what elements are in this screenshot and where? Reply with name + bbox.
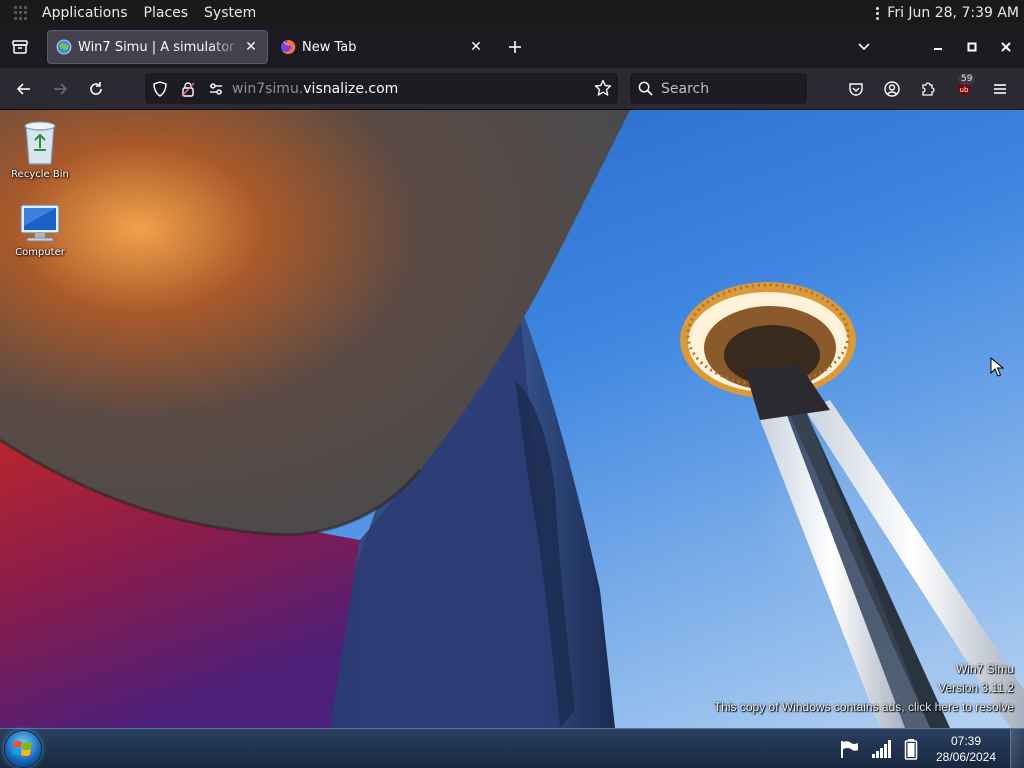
plus-icon [509,41,521,53]
browser-tab-strip: Win7 Simu | A simulator of W ✕ New Tab ✕ [0,26,1024,68]
menu-places[interactable]: Places [136,0,197,26]
desktop-wallpaper [0,110,1024,728]
firefox-favicon-icon [281,39,296,54]
close-icon [1001,42,1011,52]
firefox-view-button[interactable] [0,26,40,68]
new-tab-button[interactable] [502,34,528,60]
forward-button[interactable] [46,75,74,103]
hamburger-menu-icon [994,84,1006,94]
reload-button[interactable] [82,75,110,103]
globe-favicon-icon [56,39,72,55]
account-button[interactable] [878,75,906,103]
pocket-icon [849,83,863,96]
minimize-button[interactable] [925,34,951,60]
reload-icon [90,82,102,95]
back-button[interactable] [10,75,38,103]
arrow-left-icon [16,83,30,95]
computer-icon [20,204,60,242]
app-menu-button[interactable] [986,75,1014,103]
menu-applications[interactable]: Applications [34,0,136,26]
pocket-button[interactable] [842,75,870,103]
arrow-right-icon [54,83,68,95]
desktop-icon-computer[interactable]: Computer [5,202,75,258]
svg-text:ub: ub [960,86,969,94]
panel-status-area: Fri Jun 28, 7:39 AM [876,0,1019,26]
search-icon [638,81,653,96]
minimize-icon [934,48,942,50]
close-tab-icon[interactable]: ✕ [468,39,484,55]
apps-grid-icon [14,6,28,20]
watermark-ads-notice-link[interactable]: This copy of Windows contains ads, click… [714,700,1014,714]
win7-taskbar: 07:39 28/06/2024 [0,728,1024,768]
desktop-icon-label: Computer [15,247,65,258]
watermark-version: Version 3.11.2 [938,681,1014,695]
list-all-tabs-button[interactable] [851,34,877,60]
panel-overflow-icon[interactable] [876,6,880,20]
tab-new-tab[interactable]: New Tab ✕ [272,30,492,64]
maximize-button[interactable] [959,34,985,60]
clock-date: 28/06/2024 [935,750,997,764]
close-window-button[interactable] [993,34,1019,60]
action-center-flag-icon[interactable] [838,738,860,760]
browser-nav-bar: win7simu.visnalize.com Search ub 59 [0,68,1024,110]
panel-clock[interactable]: Fri Jun 28, 7:39 AM [887,5,1019,21]
chevron-down-icon [858,43,870,51]
insecure-lock-icon[interactable] [180,81,196,97]
search-placeholder: Search [661,80,710,97]
clock-time: 07:39 [950,734,982,748]
site-permissions-icon[interactable] [208,81,224,97]
win7-desktop[interactable]: Recycle Bin Computer Win7 Simu Version 3… [0,110,1024,728]
maximize-icon [967,42,977,52]
taskbar-clock[interactable]: 07:39 28/06/2024 [926,733,1006,765]
close-tab-icon[interactable]: ✕ [243,39,259,55]
tab-title: Win7 Simu | A simulator of W [78,39,243,55]
windows-logo-icon [12,741,32,756]
watermark-product-name: Win7 Simu [955,662,1014,676]
url-text[interactable]: win7simu.visnalize.com [232,81,398,97]
firefox-view-icon [12,40,28,54]
menu-system[interactable]: System [196,0,264,26]
desktop-icon-recycle-bin[interactable]: Recycle Bin [5,116,75,180]
extension-badge: 59 [958,74,976,85]
gnome-top-panel: Applications Places System Fri Jun 28, 7… [0,0,1024,26]
tab-title: New Tab [302,39,357,55]
bookmark-star-icon[interactable] [594,79,612,97]
account-icon [884,81,900,97]
tab-win7simu[interactable]: Win7 Simu | A simulator of W ✕ [47,30,268,64]
tracking-protection-shield-icon[interactable] [152,80,168,97]
url-host: visnalize.com [303,80,399,97]
battery-icon[interactable] [900,738,922,760]
mouse-cursor-icon [990,357,1004,377]
show-desktop-button[interactable] [1010,729,1024,768]
search-bar[interactable]: Search [630,73,807,104]
recycle-bin-icon [24,121,56,165]
desktop-icon-label: Recycle Bin [11,169,69,180]
start-button[interactable] [4,730,42,768]
network-signal-icon[interactable] [870,738,892,760]
puzzle-piece-icon [922,82,935,96]
url-subdomain: win7simu. [232,80,304,97]
url-bar[interactable]: win7simu.visnalize.com [145,73,618,104]
extensions-button[interactable] [914,75,942,103]
